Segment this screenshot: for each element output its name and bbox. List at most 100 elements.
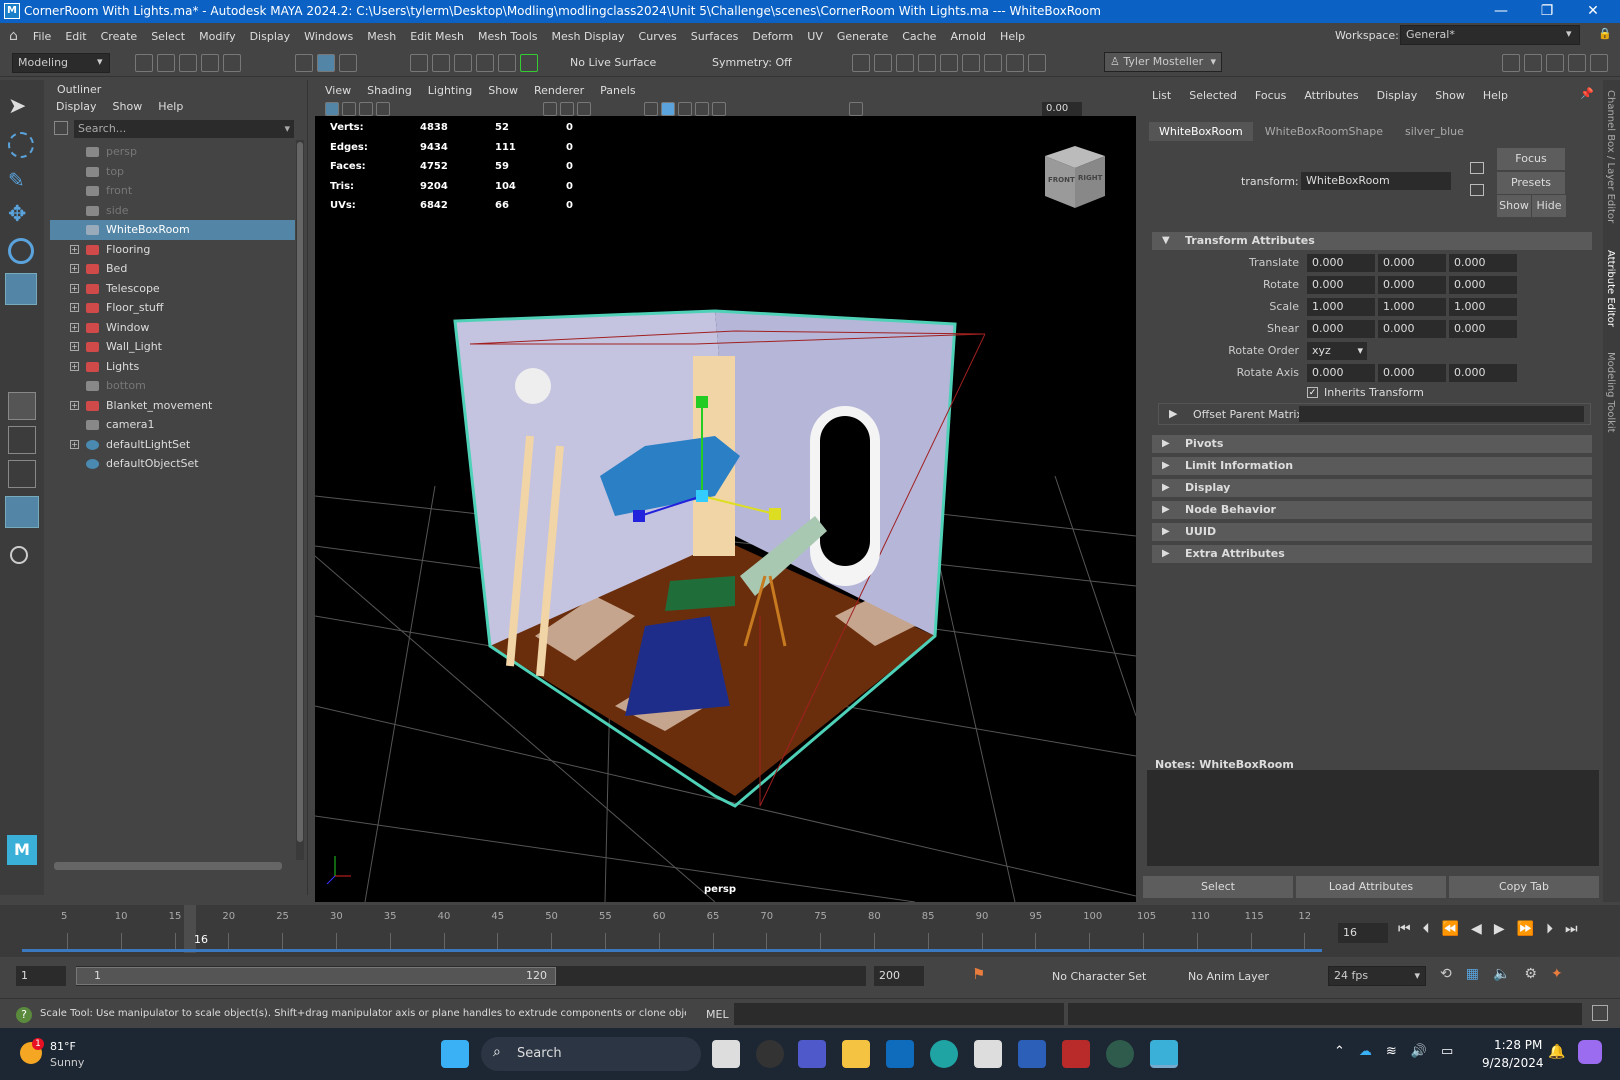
object-mode-icon[interactable] (317, 54, 335, 72)
tool-settings-icon[interactable] (1568, 54, 1586, 72)
channel-box-icon[interactable] (1590, 54, 1608, 72)
isolate-icon[interactable] (849, 102, 863, 116)
scale-tool-icon[interactable] (5, 273, 37, 305)
cache-playback-icon[interactable]: ▦ (1466, 966, 1479, 982)
start-time-field[interactable]: 1 (16, 966, 66, 986)
copilot-icon[interactable] (1578, 1040, 1602, 1064)
taskbar-search[interactable]: ⌕ Search (481, 1037, 701, 1071)
move-tool-icon[interactable]: ✥ (8, 202, 26, 227)
hierarchy-mode-icon[interactable] (295, 54, 313, 72)
expand-icon[interactable]: + (70, 244, 79, 254)
lasso-tool-icon[interactable] (8, 132, 34, 158)
pin-icon[interactable]: 📌 (1580, 87, 1594, 100)
outliner-item[interactable]: + Bed (50, 259, 295, 279)
clock-date[interactable]: 9/28/2024 (1482, 1056, 1544, 1070)
play-forward-icon[interactable]: ▶ (1494, 921, 1505, 937)
transform-name-field[interactable]: WhiteBoxRoom (1301, 172, 1451, 190)
ae-menu-display[interactable]: Display (1377, 89, 1418, 102)
outliner-item[interactable]: WhiteBoxRoom (50, 220, 295, 240)
end-time-field[interactable]: 200 (874, 966, 924, 986)
snap-curve-icon[interactable] (432, 54, 450, 72)
loop-icon[interactable]: ⟲ (1440, 966, 1452, 982)
ae-menu-selected[interactable]: Selected (1189, 89, 1237, 102)
attr-rotate-x[interactable]: 0.000 (1307, 276, 1375, 294)
chevron-up-icon[interactable]: ⌃ (1334, 1044, 1345, 1059)
outliner-item[interactable]: + Blanket_movement (50, 396, 295, 416)
viewport-menu-lighting[interactable]: Lighting (428, 84, 472, 97)
ae-tab[interactable]: silver_blue (1395, 122, 1474, 141)
outliner-item[interactable]: + Window (50, 318, 295, 338)
ae-menu-help[interactable]: Help (1483, 89, 1508, 102)
outliner-menu-display[interactable]: Display (56, 100, 97, 113)
anim-prefs-icon[interactable]: ⚙ (1524, 966, 1537, 982)
channel-box-tab[interactable]: Channel Box / Layer Editor (1605, 90, 1616, 223)
grid-icon[interactable] (543, 102, 557, 116)
viewport-menu-view[interactable]: View (325, 84, 351, 97)
resolution-gate-icon[interactable] (577, 102, 591, 116)
attr-translate-y[interactable]: 0.000 (1378, 254, 1446, 272)
film-gate-icon[interactable] (560, 102, 574, 116)
menu-surfaces[interactable]: Surfaces (684, 30, 746, 43)
ipr-render-icon[interactable] (896, 54, 914, 72)
outliner-menu-show[interactable]: Show (113, 100, 143, 113)
lights-icon[interactable] (712, 102, 726, 116)
attr-translate-x[interactable]: 0.000 (1307, 254, 1375, 272)
range-bar[interactable]: 1 120 (76, 966, 866, 986)
wireframe-on-shaded-icon[interactable] (678, 102, 692, 116)
clock-time[interactable]: 1:28 PM (1494, 1038, 1542, 1052)
outliner-item[interactable]: + defaultLightSet (50, 435, 295, 455)
snap-live-icon[interactable] (520, 54, 538, 72)
light-editor-icon[interactable] (1006, 54, 1024, 72)
section-uuid[interactable]: ▶ UUID (1152, 523, 1592, 541)
home-icon[interactable]: ⌂ (9, 28, 18, 44)
load-attributes-button[interactable]: Load Attributes (1296, 876, 1446, 898)
character-controls-icon[interactable] (1524, 54, 1542, 72)
step-back-icon[interactable]: ⏴ (1423, 921, 1430, 937)
auto-key-icon[interactable]: ⚑ (972, 965, 985, 983)
snap-grid-icon[interactable] (410, 54, 428, 72)
viewport-menu-shading[interactable]: Shading (367, 84, 412, 97)
outlook-icon[interactable] (886, 1040, 914, 1068)
pause-icon[interactable] (1028, 54, 1046, 72)
outliner-menu-help[interactable]: Help (158, 100, 183, 113)
app-circle-icon[interactable] (1106, 1040, 1134, 1068)
anim-layer-dropdown[interactable]: No Anim Layer (1188, 970, 1269, 983)
restore-button[interactable]: ❐ (1524, 0, 1570, 23)
snap-view-icon[interactable] (498, 54, 516, 72)
ae-select-button[interactable]: Select (1143, 876, 1293, 898)
outliner-item[interactable]: bottom (50, 376, 295, 396)
character-set-dropdown[interactable]: No Character Set (1052, 970, 1146, 983)
ae-menu-focus[interactable]: Focus (1255, 89, 1286, 102)
viewport-menu-show[interactable]: Show (488, 84, 518, 97)
section-pivots[interactable]: ▶ Pivots (1152, 435, 1592, 453)
wireframe-icon[interactable] (644, 102, 658, 116)
menu-mesh-display[interactable]: Mesh Display (545, 30, 632, 43)
four-view-icon[interactable] (8, 426, 36, 454)
menu-file[interactable]: File (26, 30, 58, 43)
menu-generate[interactable]: Generate (830, 30, 895, 43)
go-to-input-icon[interactable] (1470, 162, 1484, 174)
modeling-toolkit-tab[interactable]: Modeling Toolkit (1605, 352, 1616, 433)
hide-button[interactable]: Hide (1532, 195, 1566, 217)
expand-icon[interactable]: + (70, 400, 79, 410)
section-node-behavior[interactable]: ▶ Node Behavior (1152, 501, 1592, 519)
go-to-end-icon[interactable]: ⏭ (1565, 921, 1578, 937)
expand-icon[interactable]: + (70, 264, 79, 273)
windows-start-icon[interactable] (441, 1040, 469, 1068)
outliner-item[interactable]: camera1 (50, 415, 295, 435)
attr-rotate-y[interactable]: 0.000 (1378, 276, 1446, 294)
attr-rotate-z[interactable]: 0.000 (1449, 276, 1517, 294)
bookmark-icon[interactable] (359, 102, 373, 116)
rotate-axis-y[interactable]: 0.000 (1378, 364, 1446, 382)
notes-field[interactable] (1147, 770, 1599, 866)
menu-windows[interactable]: Windows (297, 30, 360, 43)
focus-button[interactable]: Focus (1497, 148, 1565, 170)
exposure-value[interactable]: 0.00 (1042, 102, 1082, 116)
viewport-menu-panels[interactable]: Panels (600, 84, 635, 97)
menu-arnold[interactable]: Arnold (943, 30, 993, 43)
fps-dropdown[interactable]: 24 fps ▾ (1328, 966, 1426, 986)
textured-icon[interactable] (695, 102, 709, 116)
outliner-item[interactable]: top (50, 162, 295, 182)
manipulator-center-handle[interactable] (696, 490, 708, 502)
select-tool-icon[interactable]: ➤ (8, 94, 26, 119)
